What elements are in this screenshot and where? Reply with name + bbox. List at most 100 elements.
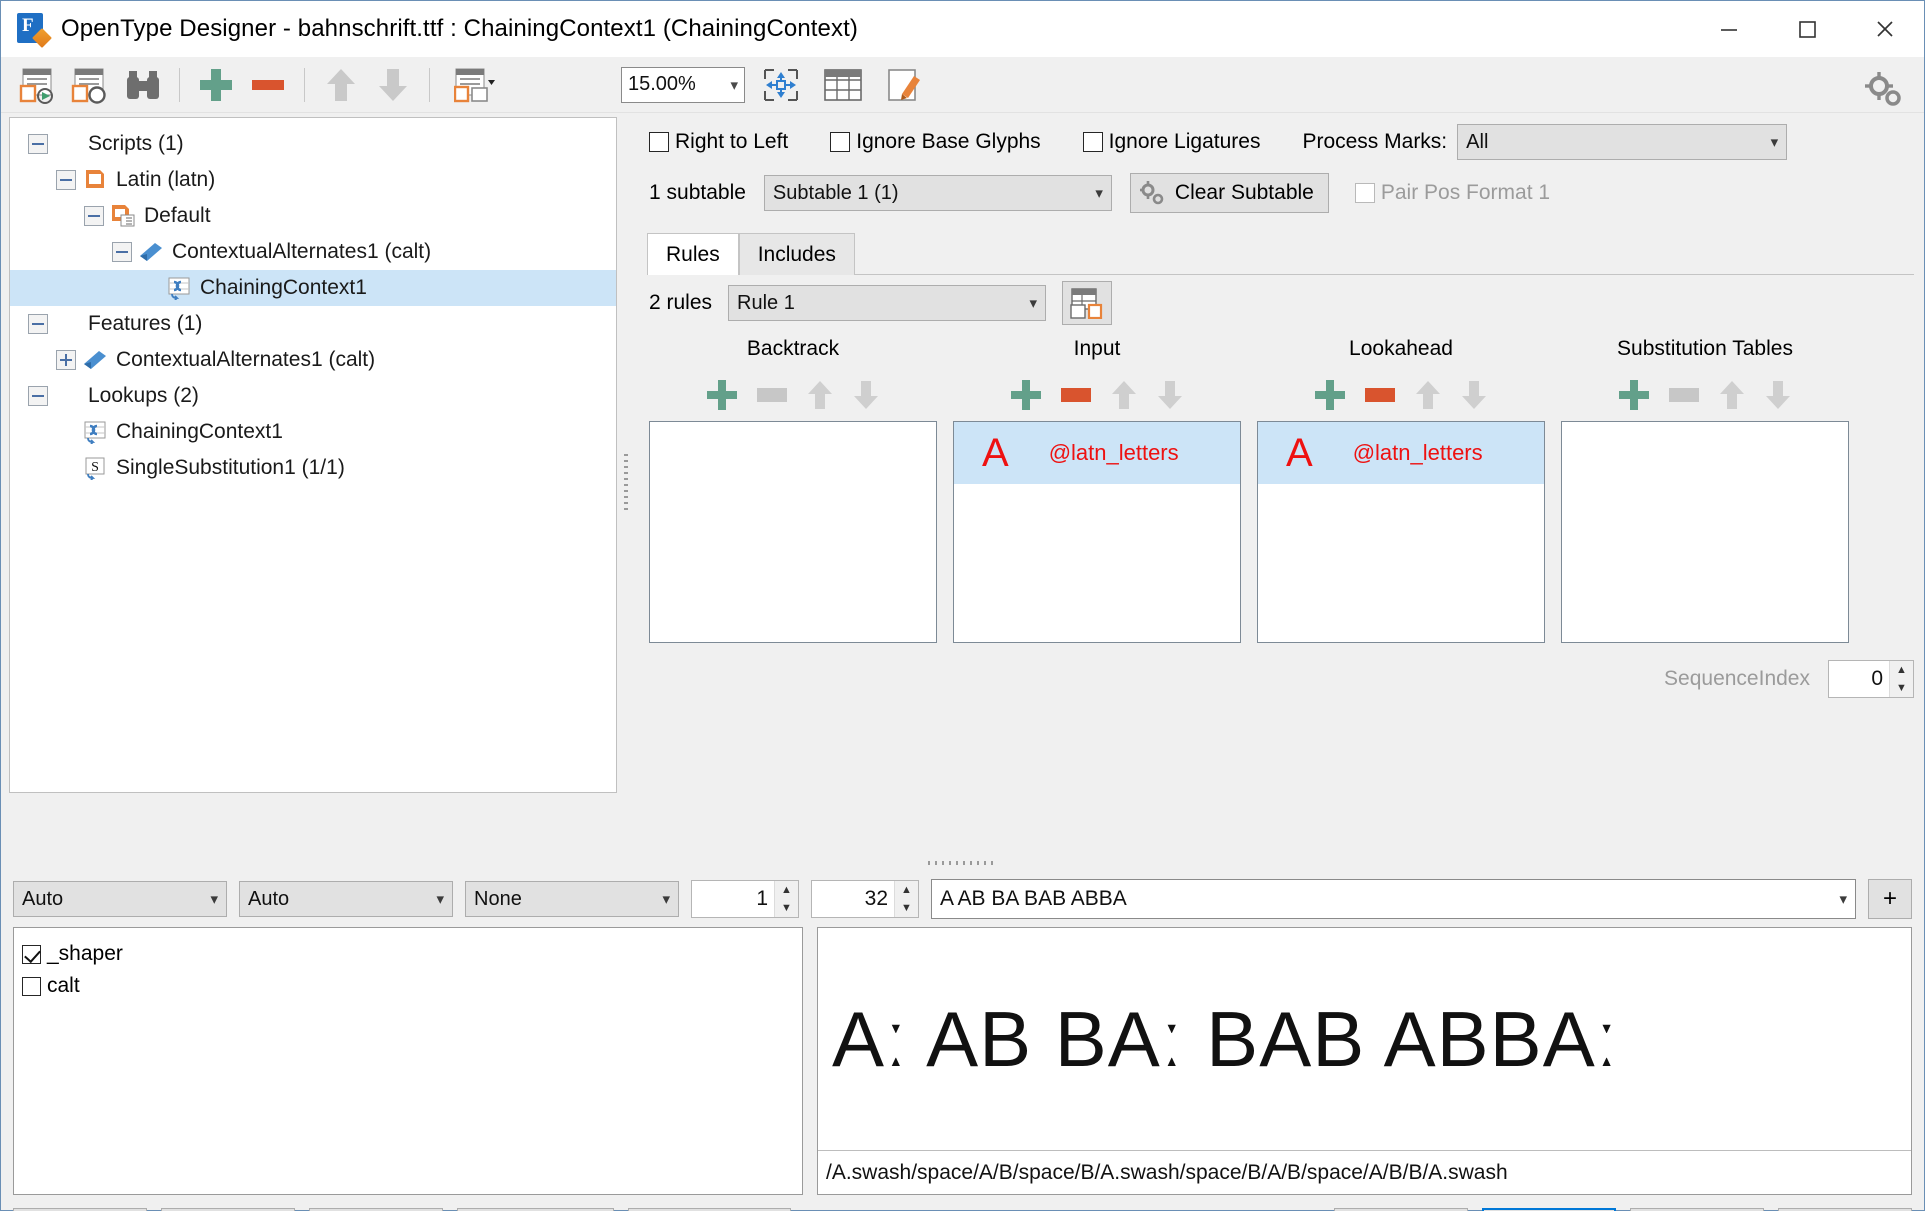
move-up-backtrack-icon[interactable] [807, 380, 833, 410]
column-lookahead-listbox[interactable]: A @latn_letters [1257, 421, 1545, 643]
tree-item-contextualalternates1-calt[interactable]: ContextualAlternates1 (calt) [10, 342, 616, 378]
feature-tree-panel[interactable]: Scripts (1) Latin (latn) Default Contextual… [9, 117, 617, 793]
close-button[interactable] [1846, 1, 1924, 57]
tab-includes-label: Includes [757, 242, 836, 266]
remove-button[interactable] [242, 62, 294, 108]
add-button[interactable] [190, 62, 242, 108]
maximize-button[interactable] [1768, 1, 1846, 57]
sequence-index-stepper[interactable]: 0 ▲ ▼ [1828, 660, 1914, 698]
remove-lookahead-icon[interactable] [1365, 388, 1395, 402]
feature-checklist[interactable]: _shaper calt [13, 927, 803, 1195]
spin-down-icon[interactable]: ▼ [895, 899, 918, 917]
ignore-base-glyphs-checkbox[interactable]: Ignore Base Glyphs [830, 130, 1041, 154]
horizontal-splitter[interactable] [1, 855, 1924, 871]
sequence-index-spin-buttons[interactable]: ▲ ▼ [1889, 661, 1913, 697]
move-up-button[interactable] [315, 62, 367, 108]
rule-combo[interactable]: Rule 1 ▾ [728, 285, 1047, 321]
move-down-lookahead-icon[interactable] [1461, 380, 1487, 410]
column-input-listbox[interactable]: A @latn_letters [953, 421, 1241, 643]
glyph-list-item[interactable]: A @latn_letters [1258, 422, 1544, 484]
move-down-backtrack-icon[interactable] [853, 380, 879, 410]
move-up-input-icon[interactable] [1111, 380, 1137, 410]
zoom-level-combo[interactable]: 15.00% ▾ [621, 66, 745, 103]
minimize-button[interactable] [1690, 1, 1768, 57]
direction-combo[interactable]: None ▾ [465, 881, 679, 917]
open-run-button[interactable] [13, 62, 65, 108]
ignore-ligatures-checkbox[interactable]: Ignore Ligatures [1082, 130, 1260, 154]
tree-toggle-plus[interactable] [56, 350, 76, 370]
tab-rules[interactable]: Rules [647, 233, 739, 275]
add-backtrack-icon[interactable] [707, 380, 737, 410]
move-down-substitution-tables-icon[interactable] [1765, 380, 1791, 410]
settings-button[interactable] [1862, 69, 1906, 114]
tree-item-singlesubstitution1-1-1[interactable]: S SingleSubstitution1 (1/1) [10, 450, 616, 486]
add-substitution-tables-icon[interactable] [1619, 380, 1649, 410]
pair-pos-format-checkbox[interactable]: Pair Pos Format 1 [1354, 181, 1550, 205]
remove-input-icon[interactable] [1061, 388, 1091, 402]
tree-item-contextualalternates1-calt[interactable]: ContextualAlternates1 (calt) [10, 234, 616, 270]
glyph-list-item[interactable]: A @latn_letters [954, 422, 1240, 484]
tree-toggle-minus[interactable] [112, 242, 132, 262]
tables-dropdown-button[interactable] [440, 62, 510, 108]
glyph-grid-button[interactable] [817, 62, 869, 108]
fit-to-window-button[interactable] [755, 62, 807, 108]
add-input-icon[interactable] [1011, 380, 1041, 410]
add-sample-text-button[interactable]: + [1868, 879, 1912, 919]
edit-glyph-button[interactable] [879, 62, 931, 108]
script-combo[interactable]: Auto ▾ [13, 881, 227, 917]
process-marks-value: All [1466, 130, 1489, 153]
spin-up-icon[interactable]: ▲ [895, 881, 918, 899]
remove-substitution-tables-icon[interactable] [1669, 388, 1699, 402]
column-backtrack-listbox[interactable] [649, 421, 937, 643]
font-size-stepper[interactable]: 32 ▲ ▼ [811, 880, 919, 918]
tree-item-lookups-2[interactable]: Lookups (2) [10, 378, 616, 414]
vertical-splitter[interactable] [617, 113, 635, 855]
font-size-spin-buttons[interactable]: ▲ ▼ [894, 881, 918, 917]
minimize-icon [1721, 29, 1737, 31]
column-substitution-tables-listbox[interactable] [1561, 421, 1849, 643]
tree-item-features-1[interactable]: Features (1) [10, 306, 616, 342]
tree-item-scripts-1[interactable]: Scripts (1) [10, 126, 616, 162]
move-up-lookahead-icon[interactable] [1415, 380, 1441, 410]
spin-down-icon[interactable]: ▼ [1890, 679, 1913, 697]
find-button[interactable] [117, 62, 169, 108]
move-up-substitution-tables-icon[interactable] [1719, 380, 1745, 410]
feature-checkbox-shaper[interactable]: _shaper [22, 938, 802, 970]
language-combo-value: Auto [248, 887, 290, 910]
move-down-icon [379, 68, 407, 101]
tree-item-chainingcontext1[interactable]: ChainingContext1 [10, 270, 616, 306]
tab-includes[interactable]: Includes [738, 233, 855, 275]
tree-toggle-minus[interactable] [28, 134, 48, 154]
feature-checkbox-calt[interactable]: calt [22, 970, 802, 1002]
tree-item-chainingcontext1[interactable]: ChainingContext1 [10, 414, 616, 450]
open-run-icon [19, 68, 53, 104]
tree-item-latin-latn[interactable]: Latin (latn) [10, 162, 616, 198]
process-marks-label: Process Marks: [1302, 130, 1448, 153]
open-search-button[interactable] [65, 62, 117, 108]
tree-toggle-minus[interactable] [84, 206, 104, 226]
chevron-down-icon: ▾ [1029, 295, 1038, 312]
repeat-stepper[interactable]: 1 ▲ ▼ [691, 880, 799, 918]
spin-down-icon[interactable]: ▼ [775, 899, 798, 917]
tree-item-label: ContextualAlternates1 (calt) [172, 240, 432, 263]
tree-item-default[interactable]: Default [10, 198, 616, 234]
feature-icon [82, 348, 108, 372]
process-marks-combo[interactable]: All ▾ [1457, 124, 1788, 160]
add-lookahead-icon[interactable] [1315, 380, 1345, 410]
move-down-button[interactable] [367, 62, 419, 108]
subtable-combo[interactable]: Subtable 1 (1) ▾ [763, 175, 1112, 211]
remove-backtrack-icon[interactable] [757, 388, 787, 402]
tree-toggle-minus[interactable] [28, 314, 48, 334]
spin-up-icon[interactable]: ▲ [775, 881, 798, 899]
repeat-spin-buttons[interactable]: ▲ ▼ [774, 881, 798, 917]
rule-table-button[interactable] [1062, 281, 1113, 325]
right-to-left-checkbox[interactable]: Right to Left [649, 130, 788, 154]
sample-text-combo[interactable]: A AB BA BAB ABBA ▾ [931, 879, 1856, 919]
tree-toggle-minus[interactable] [28, 386, 48, 406]
spin-up-icon[interactable]: ▲ [1890, 661, 1913, 679]
tree-toggle-minus[interactable] [56, 170, 76, 190]
move-down-input-icon[interactable] [1157, 380, 1183, 410]
language-combo[interactable]: Auto ▾ [239, 881, 453, 917]
clear-subtable-button[interactable]: Clear Subtable [1129, 173, 1329, 213]
